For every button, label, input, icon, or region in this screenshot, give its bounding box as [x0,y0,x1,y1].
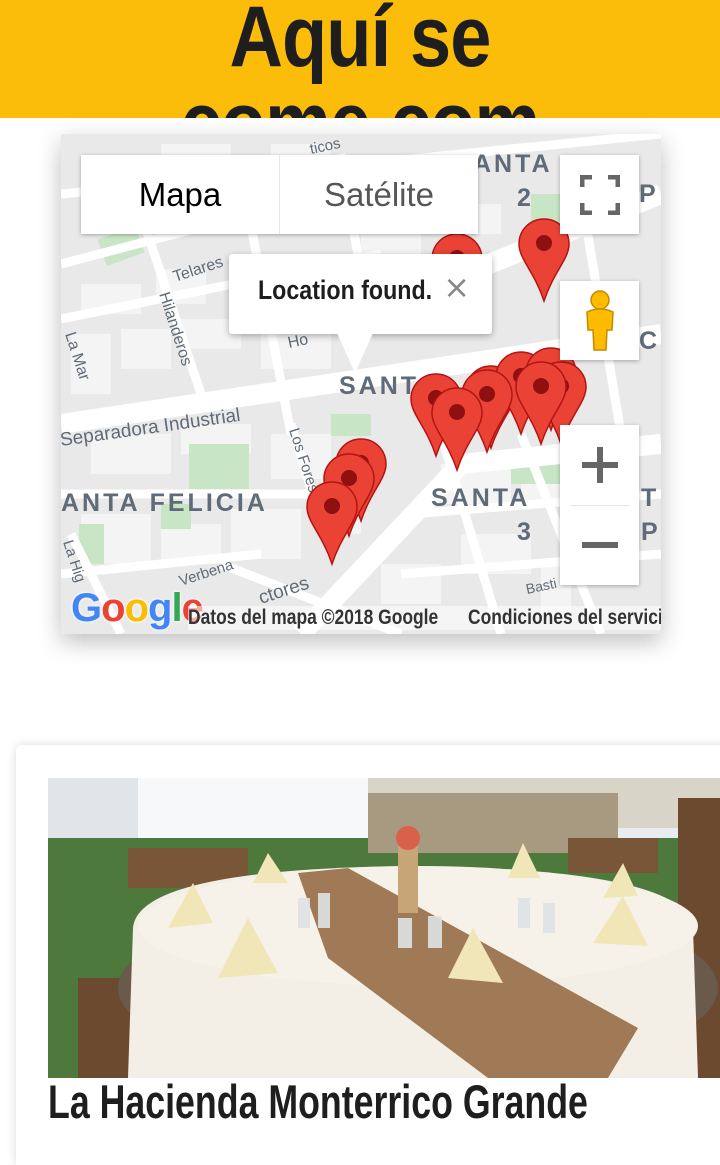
listing-photo[interactable] [48,778,720,1078]
listing-title[interactable]: La Hacienda Monterrico Grande [48,1074,588,1129]
map-type-satellite-button[interactable]: Satélite [279,155,478,234]
site-title[interactable]: Aquí se come.com [50,0,669,118]
district-label: 2 [517,184,531,212]
info-window: Location found. × [229,254,492,373]
map-data-attribution: Datos del mapa ©2018 Google [188,606,439,629]
district-label: ANTA [473,150,553,178]
map-type-control: Mapa Satélite [81,155,478,234]
district-label: 3 [517,518,531,546]
district-label: ANTA FELICIA [61,489,268,517]
info-window-text: Location found. [258,275,433,305]
zoom-in-button[interactable] [560,426,639,505]
district-label: P [641,518,658,546]
plus-icon [581,447,618,483]
fullscreen-icon [579,174,620,215]
zoom-out-button[interactable] [560,506,639,585]
pegman-icon [585,289,614,351]
district-label: T [641,484,656,512]
district-label: P [639,180,656,208]
district-label: SANT [339,372,419,400]
minus-icon [581,542,618,548]
zoom-control [560,425,639,585]
site-header: Aquí se come.com [0,0,720,118]
district-label: SANTA [431,484,530,512]
info-window-tail [337,333,373,373]
map-widget[interactable]: Separadora Industrial ANTA FELICIA SANT … [61,134,661,634]
terms-of-service-link[interactable]: Condiciones del servicio [468,606,661,629]
google-logo[interactable]: Google [71,586,204,631]
street-view-button[interactable] [560,281,639,360]
fullscreen-button[interactable] [560,155,639,234]
district-label: C [639,327,657,355]
map-type-mapa-button[interactable]: Mapa [81,155,279,234]
close-icon[interactable]: × [443,268,470,306]
map-attribution: Datos del mapa ©2018 Google Condiciones d… [188,606,661,630]
table-setting-image [48,778,720,1078]
